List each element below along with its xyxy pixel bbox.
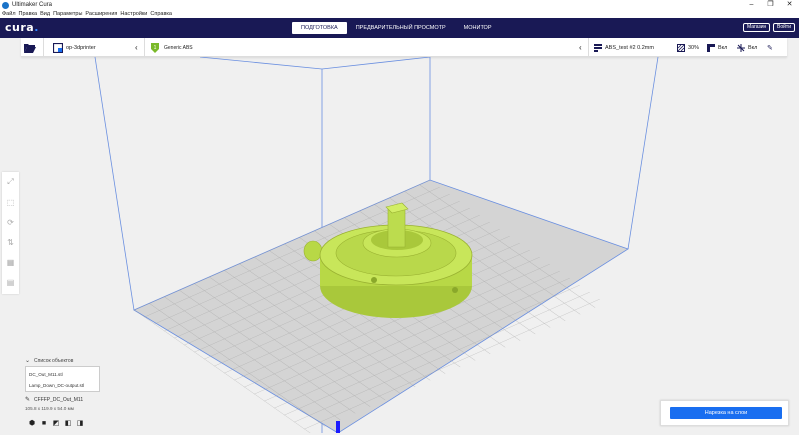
- stage-tabs: ПОДГОТОВКА ПРЕДВАРИТЕЛЬНЫЙ ПРОСМОТР МОНИ…: [292, 22, 501, 34]
- cura-app-icon: [2, 1, 9, 9]
- z-axis-indicator: [336, 421, 340, 433]
- support-value: Вкл: [718, 44, 728, 51]
- list-item[interactable]: Lamp_Down_DC-output.stl: [29, 380, 96, 391]
- open-file-button[interactable]: [24, 38, 36, 57]
- build-volume-scene: [94, 56, 659, 434]
- 3d-viewport[interactable]: [0, 56, 799, 434]
- cube-3d-icon: ⬢: [28, 420, 36, 427]
- svg-text:1: 1: [154, 45, 157, 51]
- tab-prepare[interactable]: ПОДГОТОВКА: [292, 22, 347, 34]
- object-list-box: DC_Out_M11.stl Lamp_Down_DC-output.stl: [25, 366, 100, 392]
- pencil-icon[interactable]: ✎: [25, 396, 30, 403]
- adhesion-indicator[interactable]: Вкл: [737, 38, 757, 57]
- extruder-icon: 1: [151, 42, 159, 53]
- cube-right-icon: ◨: [76, 420, 84, 427]
- slice-button[interactable]: Нарезка на слои: [670, 407, 782, 419]
- adhesion-icon: [737, 43, 745, 52]
- view-orientation-controls: ⬢ ■ ◩ ◧ ◨: [26, 419, 86, 428]
- minimize-button[interactable]: –: [742, 0, 761, 10]
- view-left-button[interactable]: ◧: [62, 419, 74, 427]
- maximize-button[interactable]: ❐: [761, 0, 780, 10]
- scale-tool-button[interactable]: ⬚: [2, 192, 19, 212]
- chevron-left-icon: ‹: [579, 43, 582, 52]
- menu-settings[interactable]: Параметры: [53, 11, 82, 17]
- tab-preview[interactable]: ПРЕДВАРИТЕЛЬНЫЙ ПРОСМОТР: [347, 22, 455, 34]
- support-icon: [707, 43, 715, 52]
- mirror-icon: ⇅: [7, 237, 14, 247]
- menu-help[interactable]: Справка: [150, 11, 172, 17]
- toolbar-divider: [144, 38, 145, 57]
- cube-left-icon: ◧: [64, 420, 72, 427]
- infill-icon: [677, 43, 685, 52]
- print-settings-panel[interactable]: ABS_test #2 0.2mm: [594, 38, 654, 57]
- tab-monitor[interactable]: МОНИТОР: [455, 22, 501, 34]
- pencil-icon: ✎: [767, 44, 773, 52]
- profile-name: ABS_test #2 0.2mm: [605, 44, 654, 51]
- window-controls: – ❐ ✕: [742, 0, 799, 10]
- menu-extensions[interactable]: Расширения: [85, 11, 117, 17]
- printer-icon: [53, 42, 63, 53]
- menu-file[interactable]: Файл: [2, 11, 16, 17]
- cube-top-icon: ◩: [52, 420, 60, 427]
- menu-view[interactable]: Вид: [40, 11, 50, 17]
- view-front-button[interactable]: ■: [38, 419, 50, 427]
- printer-name: op-3dprinter: [66, 44, 96, 51]
- marketplace-button[interactable]: Магазин: [743, 23, 771, 32]
- cube-front-icon: ■: [41, 419, 47, 427]
- job-toolbar: op-3dprinter ‹ 1 Generic ABS ‹ ABS_test …: [21, 38, 787, 57]
- menu-bar: Файл Правка Вид Параметры Расширения Нас…: [0, 10, 799, 18]
- object-list-header[interactable]: ⌄ Список объектов: [25, 357, 100, 365]
- rotate-tool-button[interactable]: ⟳: [2, 212, 19, 232]
- toolbar-divider: [43, 38, 44, 57]
- scale-icon: ⬚: [6, 197, 15, 207]
- support-blocker-icon: ▤: [6, 277, 15, 287]
- menu-edit[interactable]: Правка: [19, 11, 38, 17]
- printer-collapse-button[interactable]: ‹: [135, 38, 138, 57]
- view-3d-button[interactable]: ⬢: [26, 419, 38, 427]
- view-top-button[interactable]: ◩: [50, 419, 62, 427]
- material-selector[interactable]: 1 Generic ABS: [150, 38, 193, 57]
- per-model-settings-icon: ▦: [6, 257, 15, 267]
- current-object-name: CFFFP_DC_Out_M11: [34, 396, 84, 403]
- login-button[interactable]: Войти: [773, 23, 795, 32]
- rotate-icon: ⟳: [7, 217, 14, 227]
- object-list: ⌄ Список объектов DC_Out_M11.stl Lamp_Do…: [25, 357, 100, 392]
- list-item[interactable]: DC_Out_M11.stl: [29, 369, 96, 380]
- object-list-title: Список объектов: [34, 357, 74, 364]
- view-right-button[interactable]: ◨: [74, 419, 86, 427]
- move-tool-button[interactable]: ⤢: [2, 172, 19, 192]
- adhesion-value: Вкл: [748, 44, 758, 51]
- mirror-tool-button[interactable]: ⇅: [2, 232, 19, 252]
- main-header: cura. ПОДГОТОВКА ПРЕДВАРИТЕЛЬНЫЙ ПРОСМОТ…: [0, 18, 799, 38]
- slice-panel: Нарезка на слои: [660, 400, 789, 426]
- chevron-left-icon: ‹: [135, 43, 138, 52]
- edit-settings-button[interactable]: ✎: [767, 38, 773, 57]
- profile-icon: [594, 43, 602, 52]
- object-info: ✎ CFFFP_DC_Out_M11 105.8 x 119.9 x 54.0 …: [25, 396, 84, 412]
- settings-collapse-button[interactable]: ‹: [579, 38, 582, 57]
- material-name: Generic ABS: [164, 44, 193, 51]
- folder-open-icon: [24, 43, 36, 53]
- cura-logo: cura.: [5, 21, 39, 34]
- tool-palette: ⤢ ⬚ ⟳ ⇅ ▦ ▤: [2, 172, 19, 294]
- object-dimensions: 105.8 x 119.9 x 54.0 мм: [25, 406, 74, 411]
- support-indicator[interactable]: Вкл: [707, 38, 727, 57]
- chevron-down-icon: ⌄: [25, 358, 31, 364]
- close-button[interactable]: ✕: [780, 0, 799, 10]
- support-blocker-button[interactable]: ▤: [2, 272, 19, 292]
- infill-value: 30%: [688, 44, 700, 51]
- window-titlebar: Ultimaker Cura – ❐ ✕: [0, 0, 799, 10]
- printer-selector[interactable]: op-3dprinter: [53, 38, 96, 57]
- toolbar-divider: [588, 38, 589, 57]
- infill-indicator[interactable]: 30%: [677, 38, 699, 57]
- move-icon: ⤢: [7, 177, 14, 186]
- window-title: Ultimaker Cura: [12, 2, 53, 8]
- per-model-settings-button[interactable]: ▦: [2, 252, 19, 272]
- menu-preferences[interactable]: Настройки: [120, 11, 147, 17]
